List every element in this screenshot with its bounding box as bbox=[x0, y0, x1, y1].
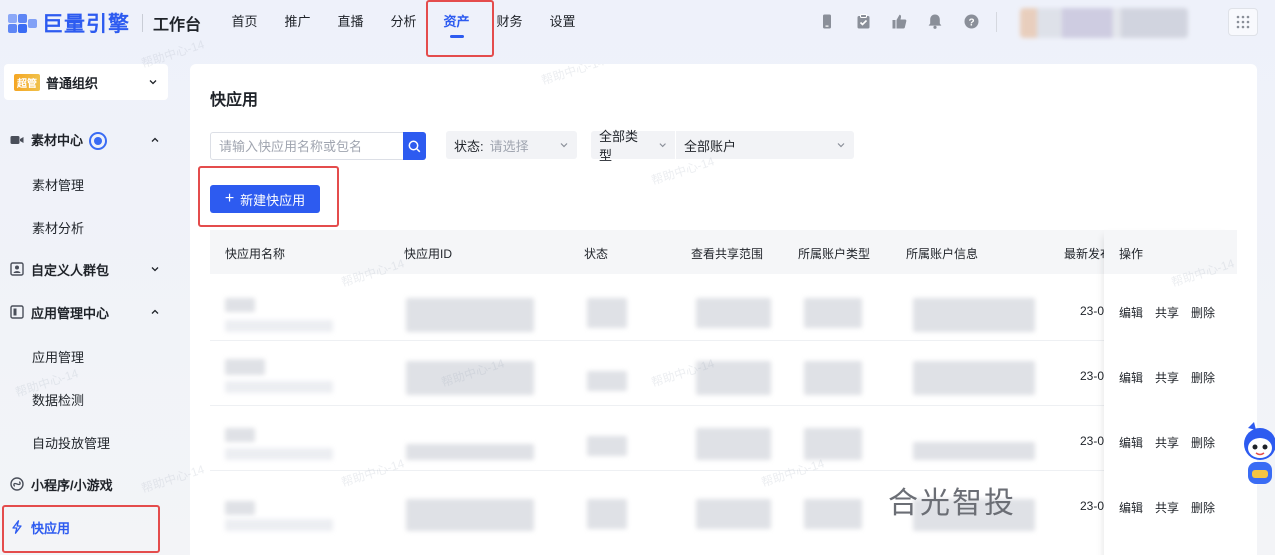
sidebar-group-app-management[interactable]: 应用管理中心 bbox=[10, 302, 160, 322]
sidebar-group-custom-audience[interactable]: 自定义人群包 bbox=[10, 259, 160, 279]
share-link[interactable]: 共享 bbox=[1155, 304, 1179, 321]
table-row[interactable]: 23-03 bbox=[210, 471, 1237, 536]
nav-home[interactable]: 首页 bbox=[218, 0, 271, 44]
delete-link[interactable]: 删除 bbox=[1191, 434, 1215, 451]
column-header-id: 快应用ID bbox=[404, 247, 453, 261]
video-camera-icon bbox=[10, 136, 24, 144]
divider bbox=[142, 14, 143, 32]
table-row[interactable]: 23-03 bbox=[210, 406, 1237, 471]
sidebar-item-data-detection[interactable]: 数据检测 bbox=[32, 390, 84, 409]
top-icon-group: ? bbox=[818, 12, 998, 30]
logo-mark-icon bbox=[6, 10, 40, 36]
sidebar-group-label: 小程序/小游戏 bbox=[31, 477, 113, 493]
sidebar-group-material-center[interactable]: 素材中心 bbox=[10, 130, 160, 151]
divider bbox=[996, 12, 997, 32]
account-info-blurred[interactable] bbox=[1020, 8, 1188, 38]
table-header: 快应用名称 快应用ID 状态 查看共享范围 所属账户类型 所属账户信息 最新发布 bbox=[210, 230, 1237, 274]
search-icon bbox=[408, 140, 421, 152]
org-switcher[interactable]: 超管 普通组织 bbox=[4, 64, 168, 100]
column-header-actions: 操作 bbox=[1119, 247, 1144, 261]
assistant-mascot-icon[interactable] bbox=[1238, 420, 1275, 492]
chevron-down-icon bbox=[659, 143, 666, 148]
type-select[interactable]: 全部类型 bbox=[591, 129, 675, 163]
workspace-title: 工作台 bbox=[153, 17, 202, 34]
watermark: 帮助中心-14 bbox=[539, 64, 607, 88]
chevron-down-icon bbox=[560, 143, 568, 148]
edit-link[interactable]: 编辑 bbox=[1119, 304, 1143, 321]
chevron-up-icon bbox=[151, 309, 159, 314]
svg-text:?: ? bbox=[968, 17, 974, 28]
account-select-value: 全部账户 bbox=[684, 138, 737, 154]
edit-link[interactable]: 编辑 bbox=[1119, 434, 1143, 451]
sidebar-item-material-manage[interactable]: 素材管理 bbox=[32, 175, 84, 194]
table-row[interactable]: 23-03 bbox=[210, 276, 1237, 341]
sidebar-group-label: 自定义人群包 bbox=[31, 262, 110, 278]
main-nav: 首页 推广 直播 分析 资产 财务 设置 bbox=[218, 0, 589, 44]
account-select[interactable]: 全部账户 bbox=[676, 131, 854, 159]
table-row[interactable]: 23-03 bbox=[210, 341, 1237, 406]
main-content-card: 快应用 状态: 请选择 全部类型 全部账户 + 新建快应用 快应用名称 快应用I… bbox=[190, 64, 1257, 555]
share-link[interactable]: 共享 bbox=[1155, 369, 1179, 386]
delete-link[interactable]: 删除 bbox=[1191, 304, 1215, 321]
search-input[interactable] bbox=[211, 133, 403, 159]
status-dot-icon bbox=[89, 132, 108, 151]
org-name: 普通组织 bbox=[46, 75, 99, 91]
phone-icon[interactable] bbox=[818, 12, 836, 30]
nav-live[interactable]: 直播 bbox=[324, 0, 377, 44]
operations-column: 操作 编辑 共享 删除 编辑 共享 删除 编辑 共享 删除 编辑 共享 删除 bbox=[1104, 230, 1237, 555]
app-grid-icon[interactable] bbox=[1228, 8, 1258, 36]
delete-link[interactable]: 删除 bbox=[1191, 499, 1215, 516]
search-button[interactable] bbox=[403, 132, 426, 160]
highlight-box-new-button bbox=[198, 166, 339, 227]
type-select-value: 全部类型 bbox=[599, 129, 639, 163]
highlight-box-quick-app-sidebar bbox=[2, 505, 160, 553]
status-select[interactable]: 状态: 请选择 bbox=[446, 131, 577, 159]
thumbs-up-icon[interactable] bbox=[890, 12, 908, 30]
delete-link[interactable]: 删除 bbox=[1191, 369, 1215, 386]
bell-icon[interactable] bbox=[926, 12, 944, 30]
edit-link[interactable]: 编辑 bbox=[1119, 369, 1143, 386]
nav-settings[interactable]: 设置 bbox=[536, 0, 589, 44]
sidebar-item-app-manage[interactable]: 应用管理 bbox=[32, 347, 84, 366]
column-header-account-info: 所属账户信息 bbox=[906, 247, 979, 261]
page-title: 快应用 bbox=[210, 92, 259, 109]
search-box bbox=[210, 132, 426, 160]
user-card-icon bbox=[10, 262, 24, 276]
chevron-down-icon bbox=[149, 80, 157, 85]
brand-name: 巨量引擎 bbox=[42, 13, 130, 36]
sidebar-group-label: 应用管理中心 bbox=[31, 305, 110, 321]
column-header-account-type: 所属账户类型 bbox=[798, 247, 871, 261]
sidebar-item-auto-delivery[interactable]: 自动投放管理 bbox=[32, 433, 110, 452]
app-box-icon bbox=[10, 305, 24, 319]
help-icon[interactable]: ? bbox=[962, 12, 980, 30]
status-placeholder: 请选择 bbox=[489, 138, 529, 154]
chevron-down-icon bbox=[151, 267, 159, 272]
column-header-name: 快应用名称 bbox=[225, 247, 286, 261]
chevron-up-icon bbox=[151, 137, 159, 142]
nav-promote[interactable]: 推广 bbox=[271, 0, 324, 44]
share-link[interactable]: 共享 bbox=[1155, 499, 1179, 516]
sidebar-group-label: 素材中心 bbox=[31, 130, 150, 151]
column-header-status: 状态 bbox=[584, 247, 609, 261]
column-header-share-scope: 查看共享范围 bbox=[691, 247, 764, 261]
overlay-caption: 合光智投 bbox=[888, 487, 1016, 520]
super-admin-badge: 超管 bbox=[14, 73, 40, 91]
chevron-down-icon bbox=[837, 143, 845, 148]
sidebar-item-material-analysis[interactable]: 素材分析 bbox=[32, 218, 84, 237]
highlight-box-assets-nav bbox=[426, 0, 494, 57]
brand-logo[interactable]: 巨量引擎 工作台 bbox=[6, 8, 201, 38]
mini-program-icon bbox=[10, 477, 24, 491]
edit-link[interactable]: 编辑 bbox=[1119, 499, 1143, 516]
status-label: 状态: bbox=[454, 138, 484, 154]
nav-analysis[interactable]: 分析 bbox=[377, 0, 430, 44]
top-bar: 巨量引擎 工作台 首页 推广 直播 分析 资产 财务 设置 ? bbox=[0, 0, 1275, 57]
clipboard-check-icon[interactable] bbox=[854, 12, 872, 30]
sidebar-group-mini-program[interactable]: 小程序/小游戏 bbox=[10, 474, 160, 494]
share-link[interactable]: 共享 bbox=[1155, 434, 1179, 451]
